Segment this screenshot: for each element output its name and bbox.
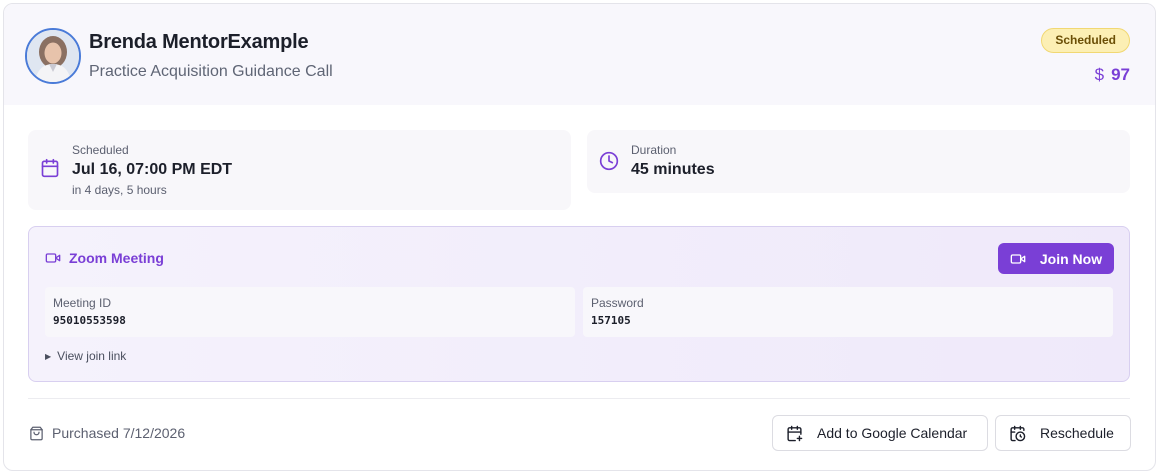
password-value: 157105	[591, 314, 631, 327]
video-camera-icon	[45, 250, 61, 266]
password-field: Password 157105	[583, 287, 1113, 337]
duration-info: Duration 45 minutes	[587, 130, 1130, 193]
clock-icon	[599, 151, 619, 171]
price-amount: 97	[1111, 65, 1130, 84]
duration-value: 45 minutes	[631, 161, 715, 178]
booking-card: Brenda MentorExample Practice Acquisitio…	[3, 3, 1156, 471]
meeting-id-value: 95010553598	[53, 314, 126, 327]
purchased-info: Purchased 7/12/2026	[29, 425, 185, 441]
divider	[28, 398, 1130, 399]
add-to-google-calendar-button[interactable]: Add to Google Calendar	[772, 415, 988, 451]
video-camera-icon	[1010, 251, 1026, 267]
booking-header: Brenda MentorExample Practice Acquisitio…	[4, 4, 1155, 105]
scheduled-datetime: Jul 16, 07:00 PM EDT	[72, 161, 233, 178]
avatar	[25, 28, 81, 84]
password-label: Password	[591, 296, 644, 310]
shopping-bag-icon	[29, 426, 44, 441]
zoom-title-label: Zoom Meeting	[69, 250, 164, 266]
reschedule-label: Reschedule	[1040, 425, 1114, 441]
view-join-link-toggle[interactable]: ▶ View join link	[45, 349, 126, 363]
zoom-meeting-panel: Zoom Meeting Join Now Meeting ID 9501055…	[28, 226, 1130, 382]
scheduled-label: Scheduled	[72, 143, 129, 157]
price: $ 97	[1095, 65, 1130, 85]
session-title: Practice Acquisition Guidance Call	[89, 63, 333, 80]
duration-label: Duration	[631, 143, 677, 157]
status-badge: Scheduled	[1041, 28, 1130, 53]
join-now-button[interactable]: Join Now	[998, 243, 1114, 274]
join-now-label: Join Now	[1039, 250, 1103, 267]
calendar-clock-icon	[1009, 425, 1026, 442]
currency-symbol: $	[1094, 65, 1105, 84]
mentor-name: Brenda MentorExample	[89, 31, 309, 53]
triangle-right-icon: ▶	[45, 351, 52, 361]
scheduled-info: Scheduled Jul 16, 07:00 PM EDT in 4 days…	[28, 130, 571, 210]
zoom-title: Zoom Meeting	[45, 250, 164, 266]
reschedule-button[interactable]: Reschedule	[995, 415, 1131, 451]
purchased-date: Purchased 7/12/2026	[52, 425, 186, 441]
scheduled-relative: in 4 days, 5 hours	[72, 183, 167, 197]
meeting-id-label: Meeting ID	[53, 296, 112, 310]
calendar-plus-icon	[786, 425, 803, 442]
add-to-google-calendar-label: Add to Google Calendar	[817, 425, 968, 441]
meeting-id-field: Meeting ID 95010553598	[45, 287, 575, 337]
calendar-icon	[40, 158, 60, 178]
view-join-link-label: View join link	[57, 349, 127, 363]
